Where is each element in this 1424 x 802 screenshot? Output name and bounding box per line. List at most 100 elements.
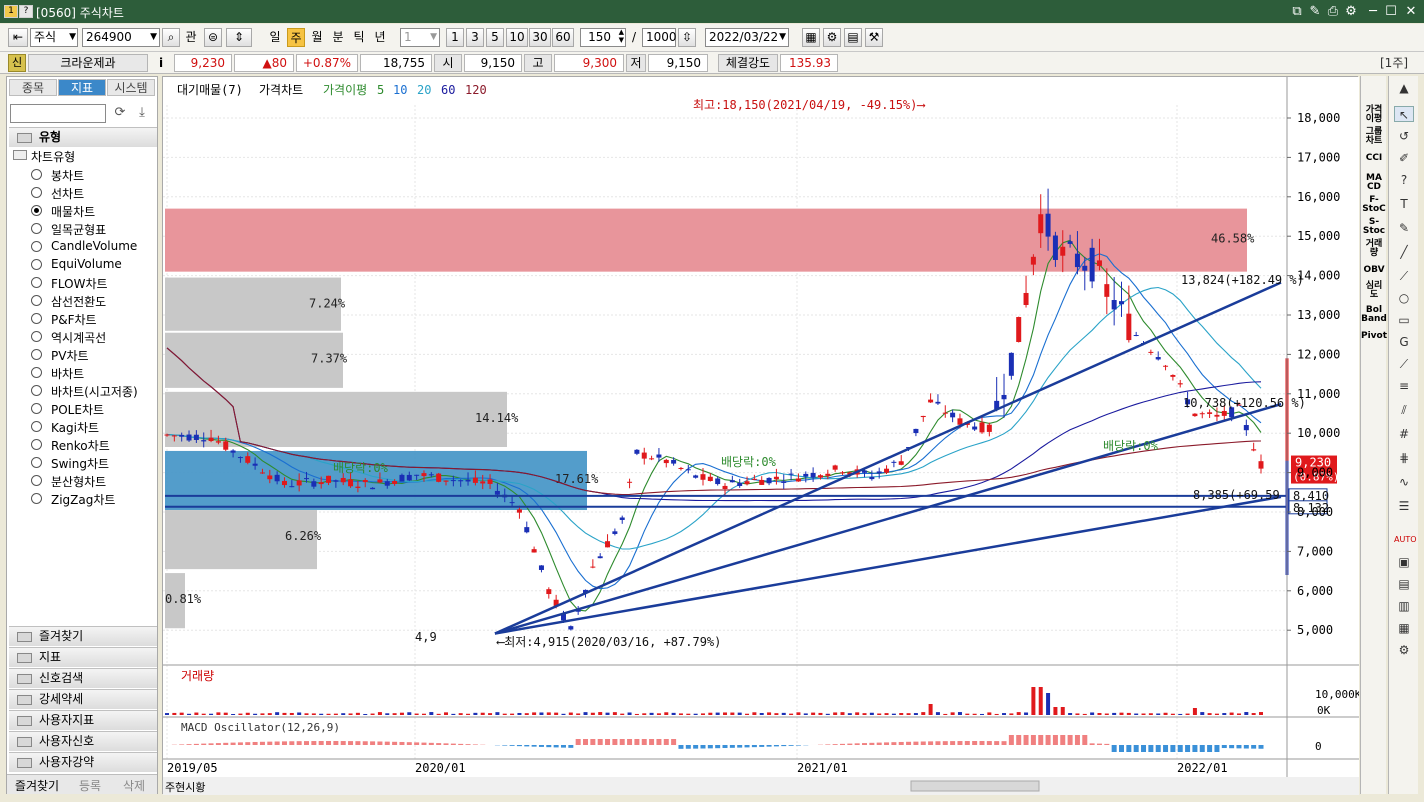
chart-type-radio[interactable] — [31, 385, 42, 396]
tab-system[interactable]: 시스템 — [107, 79, 155, 96]
chart-type-radio[interactable] — [31, 457, 42, 468]
chart-type-radio[interactable] — [31, 349, 42, 360]
chart-type-label[interactable]: 선차트 — [51, 185, 84, 202]
chart-type-radio[interactable] — [31, 493, 42, 504]
pattern-tool-icon[interactable]: ⋕ — [1394, 450, 1414, 466]
nav-hyeon[interactable]: 현 — [175, 781, 185, 794]
edit-icon[interactable]: ✎ — [1306, 3, 1324, 20]
line-tool-icon[interactable]: ╱ — [1394, 244, 1414, 260]
chart-type-label[interactable]: 바차트(시고저종) — [51, 383, 138, 400]
indicator-quick-button[interactable]: 심리 도 — [1361, 282, 1387, 300]
chart-type-radio[interactable] — [31, 223, 42, 234]
interval-10[interactable]: 10 — [506, 28, 528, 47]
question-icon[interactable]: ? — [1394, 172, 1414, 188]
download-icon[interactable]: ⤓ — [133, 105, 151, 123]
circle-up-icon[interactable]: ⊜ — [204, 28, 222, 47]
chart-type-label[interactable]: 봉차트 — [51, 167, 84, 184]
chart-type-radio[interactable] — [31, 313, 42, 324]
chart-type-radio[interactable] — [31, 205, 42, 216]
left-section-header[interactable]: 사용자강약 — [9, 752, 157, 772]
chart-tool-icon[interactable]: ▥ — [1394, 598, 1414, 614]
chart-type-label[interactable]: EquiVolume — [51, 257, 122, 271]
wave-tool-icon[interactable]: ∿ — [1394, 474, 1414, 490]
indicator-quick-button[interactable]: CCI — [1361, 154, 1387, 163]
chart-type-radio[interactable] — [31, 259, 42, 270]
chart-type-label[interactable]: Kagi차트 — [51, 419, 99, 436]
period-month[interactable]: 월 — [308, 28, 326, 47]
indicator-quick-button[interactable]: S- Stoc — [1361, 218, 1387, 236]
settings-gear-icon[interactable]: ⚙ — [1342, 3, 1360, 20]
minimize-button[interactable]: ─ — [1364, 3, 1382, 20]
updown-stepper[interactable]: ⇕ — [226, 28, 252, 47]
indicator-quick-button[interactable]: Bol Band — [1361, 306, 1387, 324]
indicator-quick-button[interactable]: OBV — [1361, 266, 1387, 275]
maximize-button[interactable]: ☐ — [1382, 3, 1400, 20]
chart-type-category[interactable]: 차트유형 — [31, 148, 75, 165]
chart-type-radio[interactable] — [31, 367, 42, 378]
total-input[interactable]: 1000 — [642, 28, 677, 47]
channel-tool-icon[interactable]: ≡ — [1394, 378, 1414, 394]
indicator-quick-button[interactable]: Pivot — [1361, 332, 1387, 341]
chart-type-label[interactable]: POLE차트 — [51, 401, 104, 418]
interval-select[interactable]: 1 ▼ — [400, 28, 440, 47]
eraser-icon[interactable]: ✐ — [1394, 150, 1414, 166]
doc-tool-icon[interactable]: ▤ — [1394, 576, 1414, 592]
chart-type-radio[interactable] — [31, 277, 42, 288]
chart-type-radio[interactable] — [31, 295, 42, 306]
chart-type-label[interactable]: 일목균형표 — [51, 221, 106, 238]
chart-type-label[interactable]: PV차트 — [51, 347, 89, 364]
left-section-header[interactable]: 지표 — [9, 647, 157, 667]
group-header[interactable]: 유형 — [9, 127, 157, 147]
chart-type-label[interactable]: CandleVolume — [51, 239, 137, 253]
rect-tool-icon[interactable]: ▭ — [1394, 312, 1414, 328]
period-tick[interactable]: 틱 — [350, 28, 368, 47]
window-menu-icon[interactable]: 1 — [4, 5, 18, 18]
info-icon[interactable]: i — [152, 54, 170, 72]
market-select[interactable]: 주식 ▼ — [30, 28, 78, 47]
interval-5[interactable]: 5 — [486, 28, 504, 47]
favorites-tab[interactable]: 즐겨찾기 — [11, 777, 63, 794]
chart-type-label[interactable]: 분산형차트 — [51, 473, 106, 490]
chart-type-radio[interactable] — [31, 475, 42, 486]
text-tool-icon[interactable]: T — [1394, 196, 1414, 212]
left-section-header[interactable]: 신호검색 — [9, 668, 157, 688]
chart-type-label[interactable]: Swing차트 — [51, 455, 109, 472]
chart-type-label[interactable]: Renko차트 — [51, 437, 110, 454]
chart-type-radio[interactable] — [31, 331, 42, 342]
gwan-button[interactable]: 관 — [182, 28, 200, 47]
tab-indicator[interactable]: 지표 — [58, 79, 106, 96]
chart-canvas[interactable]: 46.58% 7.24% 7.37% 14.14% 17.61% 6.26% 0.81% 최… — [163, 77, 1362, 795]
chart-type-radio[interactable] — [31, 421, 42, 432]
period-day[interactable]: 일 — [266, 28, 284, 47]
stock-code-input[interactable]: 264900 ▼ — [82, 28, 160, 47]
period-week[interactable]: 주 — [287, 28, 305, 47]
left-section-header[interactable]: 사용자신호 — [9, 731, 157, 751]
left-section-header[interactable]: 사용자지표 — [9, 710, 157, 730]
gann-tool-icon[interactable]: G — [1394, 334, 1414, 350]
calc-tool-icon[interactable]: ▦ — [1394, 620, 1414, 636]
refresh-icon[interactable]: ⟳ — [111, 105, 129, 123]
undo-icon[interactable]: ↺ — [1394, 128, 1414, 144]
delete-tab[interactable]: 삭제 — [115, 777, 153, 794]
fib-tool-icon[interactable]: ⫽ — [1394, 402, 1414, 418]
register-tab[interactable]: 등록 — [71, 777, 109, 794]
indicator-quick-button[interactable]: 거래 량 — [1361, 240, 1387, 258]
ray-tool-icon[interactable]: ⟋ — [1394, 268, 1414, 284]
chart-type-label[interactable]: 삼선전환도 — [51, 293, 106, 310]
chart-type-radio[interactable] — [31, 403, 42, 414]
pen-icon[interactable]: ✎ — [1394, 220, 1414, 236]
chart-type-radio[interactable] — [31, 439, 42, 450]
list-tool-icon[interactable]: ☰ — [1394, 498, 1414, 514]
chart-settings-icon[interactable]: ▦ — [802, 28, 820, 47]
indicator-quick-button[interactable]: 가격 이평 — [1361, 106, 1387, 124]
fan-tool-icon[interactable]: ⟋ — [1394, 356, 1414, 372]
interval-30[interactable]: 30 — [529, 28, 551, 47]
indicator-search-input[interactable] — [10, 104, 106, 123]
chart-type-radio[interactable] — [31, 187, 42, 198]
period-year[interactable]: 년 — [371, 28, 389, 47]
left-section-header[interactable]: 즐겨찾기 — [9, 626, 157, 646]
tab-stock[interactable]: 종목 — [9, 79, 57, 96]
gear-icon[interactable]: ⚙ — [823, 28, 841, 47]
chart-type-label[interactable]: 역시계곡선 — [51, 329, 106, 346]
save-icon[interactable]: ▤ — [844, 28, 862, 47]
